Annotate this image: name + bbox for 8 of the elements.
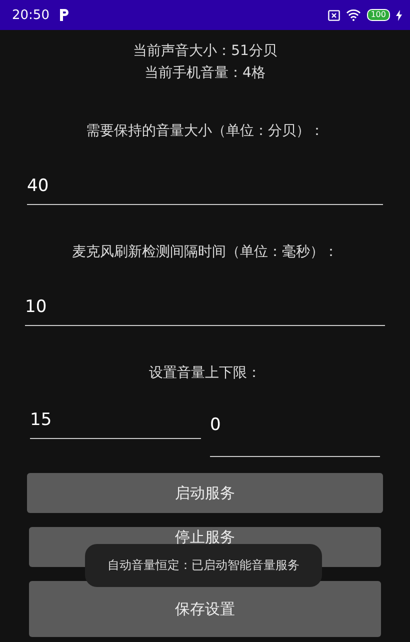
clock-time: 20:50 [12, 8, 50, 22]
status-toast: 自动音量恒定：已启动智能音量服务 [85, 544, 322, 587]
field-label: 需要保持的音量大小（单位：分贝）： [86, 122, 324, 140]
battery-level: 100 [366, 9, 390, 21]
status-text: 当前手机音量：4格 [144, 64, 266, 83]
field-label: 麦克风刷新检测间隔时间（单位：毫秒）： [72, 243, 338, 261]
status-text: 当前声音大小：51分贝 [133, 42, 277, 61]
field-label: 设置音量上下限： [149, 364, 261, 382]
